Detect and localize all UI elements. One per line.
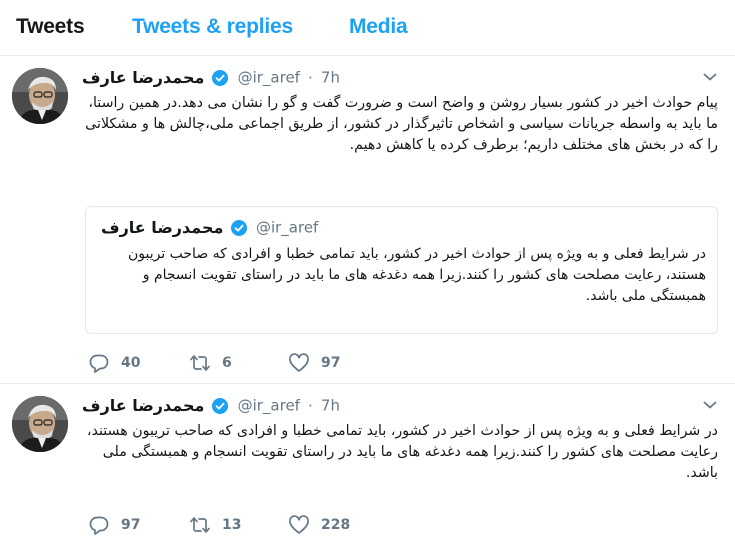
profile-tabs: Tweets Tweets & replies Media — [0, 0, 735, 56]
tab-tweets-and-replies[interactable]: Tweets & replies — [132, 15, 293, 39]
avatar-image — [12, 396, 68, 452]
tweet-text: در شرایط فعلی و به ویژه پس از حوادث اخیر… — [86, 423, 718, 481]
retweet-count: 6 — [222, 355, 232, 371]
author-handle[interactable]: @ir_aref — [238, 397, 300, 415]
separator-dot: · — [308, 396, 313, 415]
retweet-icon — [190, 355, 210, 371]
avatar[interactable] — [12, 68, 68, 124]
tab-media[interactable]: Media — [349, 15, 408, 39]
quoted-tweet-text: در شرایط فعلی و به ویژه پس از حوادث اخیر… — [127, 246, 706, 304]
verified-badge-icon — [231, 219, 248, 236]
reply-icon — [89, 516, 109, 535]
like-count: 228 — [321, 517, 351, 533]
tab-tweets[interactable]: Tweets — [16, 15, 85, 39]
separator-dot: · — [308, 68, 313, 87]
reply-count: 97 — [121, 517, 141, 533]
heart-icon — [289, 515, 309, 534]
author-name[interactable]: محمدرضا عارف — [82, 68, 204, 87]
tweet[interactable]: محمدرضا عارف @ir_aref · 7h پیام حوادث اخ… — [0, 57, 735, 384]
author-handle[interactable]: @ir_aref — [238, 69, 300, 87]
quoted-author-name: محمدرضا عارف — [101, 218, 224, 237]
quoted-tweet-header: محمدرضا عارف @ir_aref — [101, 218, 318, 237]
tweet-header: محمدرضا عارف @ir_aref · 7h — [82, 395, 340, 417]
quoted-tweet[interactable]: محمدرضا عارف @ir_aref در شرایط فعلی و به… — [85, 206, 718, 334]
timestamp[interactable]: 7h — [321, 397, 340, 415]
chevron-down-icon[interactable] — [703, 400, 717, 410]
tweet-text: پیام حوادث اخیر در کشور بسیار روشن و واض… — [85, 95, 718, 153]
tweet[interactable]: محمدرضا عارف @ir_aref · 7h در شرایط فعلی… — [0, 385, 735, 537]
quoted-author-handle: @ir_aref — [255, 218, 319, 237]
reply-count: 40 — [121, 355, 141, 371]
reply-icon — [89, 354, 109, 373]
retweet-icon — [190, 517, 210, 533]
avatar[interactable] — [12, 396, 68, 452]
verified-badge-icon — [212, 397, 229, 414]
verified-badge-icon — [212, 69, 229, 86]
like-count: 97 — [321, 355, 341, 371]
tweet-header: محمدرضا عارف @ir_aref · 7h — [82, 67, 340, 89]
chevron-down-icon[interactable] — [703, 72, 717, 82]
author-name[interactable]: محمدرضا عارف — [82, 396, 204, 415]
avatar-image — [12, 68, 68, 124]
timestamp[interactable]: 7h — [321, 69, 340, 87]
retweet-count: 13 — [222, 517, 242, 533]
heart-icon — [289, 353, 309, 372]
